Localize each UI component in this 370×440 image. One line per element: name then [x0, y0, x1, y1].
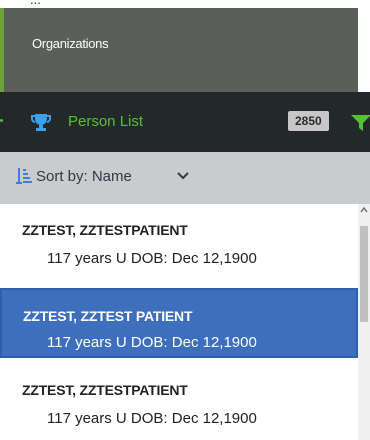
patient-details: 117 years U DOB: Dec 12,1900 [47, 250, 257, 267]
top-clipped-label: ... [30, 0, 41, 4]
patient-list-screen: ... Organizations Person List 2850 [0, 0, 370, 440]
patient-list: ZZTEST, ZZTESTPATIENT 117 years U DOB: D… [0, 204, 358, 440]
sort-bar[interactable]: Sort by: Name [0, 152, 370, 204]
right-gutter [358, 8, 370, 92]
green-marker [0, 119, 3, 122]
patient-details: 117 years U DOB: Dec 12,1900 [47, 410, 257, 427]
patient-details: 117 years U DOB: Dec 12,1900 [47, 334, 257, 351]
patient-list-item-selected[interactable]: ZZTEST, ZZTEST PATIENT 117 years U DOB: … [0, 288, 358, 358]
person-list-title: Person List [68, 113, 144, 130]
person-list-bar[interactable]: Person List 2850 [0, 92, 370, 152]
patient-list-item[interactable]: ZZTEST, ZZTESTPATIENT 117 years U DOB: D… [0, 204, 358, 274]
filter-icon[interactable] [350, 113, 370, 133]
top-clipped-text: ... [30, 0, 130, 4]
list-scrollbar[interactable] [358, 204, 370, 440]
trophy-icon [31, 114, 51, 131]
organizations-header[interactable]: Organizations [0, 8, 358, 92]
chevron-down-icon[interactable] [177, 171, 189, 181]
patient-name: ZZTEST, ZZTESTPATIENT [22, 222, 188, 238]
scrollbar-thumb[interactable] [360, 226, 368, 322]
top-strip: ... [0, 0, 370, 8]
sort-label[interactable]: Sort by: Name [36, 168, 132, 185]
patient-list-item[interactable]: ZZTEST, ZZTESTPATIENT 117 years U DOB: D… [0, 364, 358, 434]
patient-name: ZZTEST, ZZTEST PATIENT [23, 308, 193, 324]
person-count-badge: 2850 [288, 111, 329, 131]
scroll-up-arrow-icon[interactable] [360, 206, 368, 214]
organizations-title: Organizations [32, 36, 109, 51]
sort-icon [16, 168, 32, 184]
patient-name: ZZTEST, ZZTESTPATIENT [22, 382, 188, 398]
